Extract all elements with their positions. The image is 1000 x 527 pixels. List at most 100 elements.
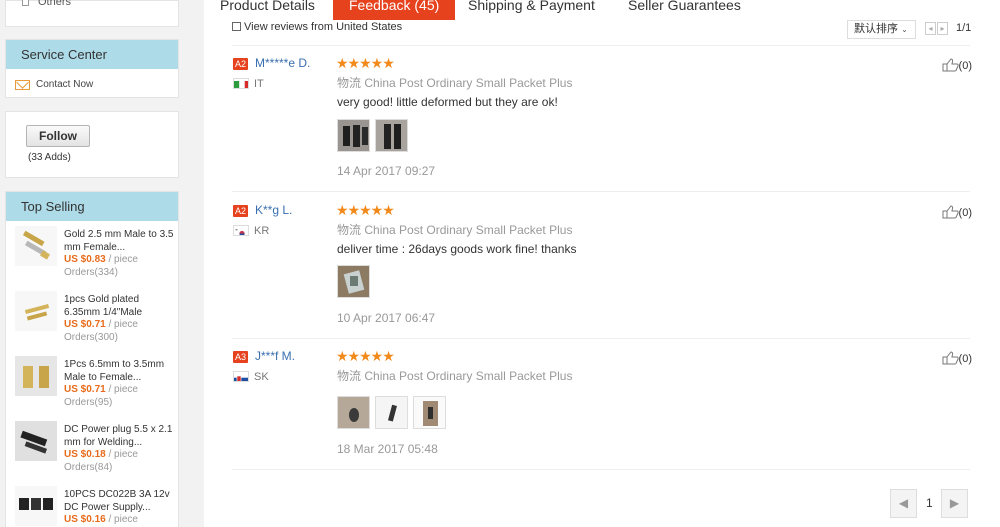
logistics-info: 物流 China Post Ordinary Small Packet Plus	[337, 221, 572, 238]
contact-now-link[interactable]: Contact Now	[6, 69, 178, 99]
price-unit: / piece	[108, 319, 138, 330]
review-photo[interactable]	[413, 396, 446, 429]
logistics-info: 物流 China Post Ordinary Small Packet Plus	[337, 74, 572, 91]
page-next-small-button[interactable]: ▸	[937, 22, 948, 35]
product-thumbnail[interactable]	[15, 486, 57, 526]
reviewer-name: J***f M.	[255, 349, 296, 363]
filter-checkbox[interactable]	[232, 22, 241, 31]
review-photo[interactable]	[337, 119, 370, 152]
thumb-up-icon	[942, 58, 959, 72]
top-selling-item[interactable]: 1pcs Gold plated 6.35mm 1/4"Male US $0.7…	[6, 286, 178, 351]
country-filter[interactable]: View reviews from United States	[232, 21, 402, 33]
review-photo[interactable]	[375, 396, 408, 429]
flag-icon	[233, 225, 249, 236]
top-selling-item[interactable]: DC Power plug 5.5 x 2.1 mm for Welding..…	[6, 416, 178, 481]
category-box: Others	[5, 0, 179, 27]
dc-jack-image	[19, 498, 53, 510]
price-amount: US $0.71	[64, 384, 106, 395]
review-item: A2 M*****e D. IT ★★★★★ 物流 China Post Ord…	[232, 55, 972, 198]
product-orders: Orders(334)	[64, 267, 118, 278]
product-name[interactable]: Gold 2.5 mm Male to 3.5 mm Female...	[64, 228, 174, 254]
service-center-title: Service Center	[6, 40, 178, 69]
contact-now-label[interactable]: Contact Now	[36, 79, 93, 90]
product-thumbnail[interactable]	[15, 291, 57, 331]
top-selling-item[interactable]: 10PCS DC022B 3A 12v DC Power Supply... U…	[6, 481, 178, 527]
logistics-prefix: 物流	[337, 223, 362, 237]
top-selling-item[interactable]: 1Pcs 6.5mm to 3.5mm Male to Female... US…	[6, 351, 178, 416]
rating-stars: ★★★★★	[336, 348, 395, 364]
review-item: A3 J***f M. SK ★★★★★ 物流 China Post Ordin…	[232, 348, 972, 491]
product-name[interactable]: 1Pcs 6.5mm to 3.5mm Male to Female...	[64, 358, 174, 384]
reviewer-country: IT	[254, 78, 264, 90]
follow-button[interactable]: Follow	[26, 125, 90, 147]
chevron-down-icon: ⌄	[901, 25, 908, 34]
price-amount: US $0.18	[64, 449, 106, 460]
review-photo[interactable]	[375, 119, 408, 152]
product-orders: Orders(300)	[64, 332, 118, 343]
product-price: US $0.18 / piece	[64, 449, 138, 460]
price-unit: / piece	[108, 449, 138, 460]
logistics-method: China Post Ordinary Small Packet Plus	[364, 76, 573, 90]
tab-feedback[interactable]: Feedback (45)	[333, 0, 456, 20]
price-amount: US $0.16	[64, 514, 106, 525]
dc-plug-image	[20, 430, 48, 454]
next-page-button[interactable]: ▶	[941, 489, 968, 518]
product-price: US $0.16 / piece	[64, 514, 138, 525]
reviewer-name: K**g L.	[255, 203, 293, 217]
helpful-button[interactable]: (0)	[942, 351, 972, 365]
helpful-count: (0)	[958, 207, 972, 219]
current-page[interactable]: 1	[926, 496, 934, 510]
mail-icon	[15, 80, 30, 90]
review-date: 10 Apr 2017 06:47	[337, 311, 436, 325]
tab-product-details[interactable]: Product Details	[220, 0, 315, 20]
helpful-count: (0)	[958, 60, 972, 72]
tab-shipping-payment[interactable]: Shipping & Payment	[468, 0, 595, 20]
product-name[interactable]: 10PCS DC022B 3A 12v DC Power Supply...	[64, 488, 174, 514]
price-unit: / piece	[108, 254, 138, 265]
review-photo[interactable]	[337, 265, 370, 298]
top-selling-item[interactable]: Gold 2.5 mm Male to 3.5 mm Female... US …	[6, 221, 178, 286]
price-amount: US $0.71	[64, 319, 106, 330]
divider	[232, 45, 970, 46]
product-thumbnail[interactable]	[15, 356, 57, 396]
divider	[232, 191, 970, 192]
filter-label: View reviews from United States	[244, 21, 403, 33]
follow-box: Follow (33 Adds)	[5, 111, 179, 178]
product-thumbnail[interactable]	[15, 421, 57, 461]
top-selling-box: Top Selling Gold 2.5 mm Male to 3.5 mm F…	[5, 191, 179, 527]
review-photo[interactable]	[337, 396, 370, 429]
logistics-method: China Post Ordinary Small Packet Plus	[364, 223, 573, 237]
product-price: US $0.83 / piece	[64, 254, 138, 265]
plug-image	[24, 303, 50, 321]
helpful-button[interactable]: (0)	[942, 58, 972, 72]
buyer-level-badge: A3	[233, 351, 249, 363]
thumb-up-icon	[942, 351, 959, 365]
category-others-link[interactable]: Others	[38, 0, 71, 8]
reviewer-name: M*****e D.	[255, 56, 311, 70]
product-thumbnail[interactable]	[15, 226, 57, 266]
divider	[232, 469, 970, 470]
price-unit: / piece	[108, 384, 138, 395]
helpful-button[interactable]: (0)	[942, 205, 972, 219]
product-name[interactable]: DC Power plug 5.5 x 2.1 mm for Welding..…	[64, 423, 174, 449]
logistics-prefix: 物流	[337, 369, 362, 383]
sort-dropdown[interactable]: 默认排序 ⌄	[847, 20, 916, 39]
tab-seller-guarantees[interactable]: Seller Guarantees	[628, 0, 741, 20]
prev-page-button[interactable]: ◀	[890, 489, 917, 518]
tab-bar: Product Details Feedback (45) Shipping &…	[204, 0, 1000, 20]
service-center-box: Service Center Contact Now	[5, 39, 179, 98]
adapter-image	[23, 366, 49, 388]
pagination: ◀ 1 ▶	[890, 489, 970, 518]
sort-label: 默认排序	[854, 23, 898, 35]
review-date: 14 Apr 2017 09:27	[337, 164, 436, 178]
collapse-icon[interactable]	[22, 0, 29, 6]
page-prev-small-button[interactable]: ◂	[925, 22, 936, 35]
price-unit: / piece	[108, 514, 138, 525]
rating-stars: ★★★★★	[336, 202, 395, 218]
product-name[interactable]: 1pcs Gold plated 6.35mm 1/4"Male	[64, 293, 174, 319]
review-date: 18 Mar 2017 05:48	[337, 442, 438, 456]
helpful-count: (0)	[958, 353, 972, 365]
top-selling-title: Top Selling	[6, 192, 178, 221]
adapter-image	[22, 230, 50, 260]
review-comment: very good! little deformed but they are …	[337, 95, 558, 109]
